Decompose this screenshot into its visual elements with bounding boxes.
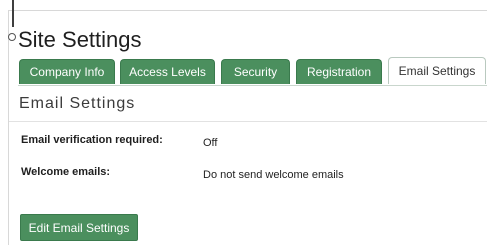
tree-node-icon <box>8 33 16 41</box>
email-verification-label: Email verification required: <box>21 134 163 146</box>
welcome-emails-value: Do not send welcome emails <box>203 169 344 181</box>
edit-email-settings-button[interactable]: Edit Email Settings <box>20 214 138 241</box>
welcome-emails-label: Welcome emails: <box>21 166 111 178</box>
tab-company-info[interactable]: Company Info <box>19 59 115 84</box>
tab-email-settings[interactable]: Email Settings <box>388 57 486 84</box>
tab-access-levels[interactable]: Access Levels <box>120 59 215 84</box>
section-divider <box>9 121 487 122</box>
page-title: Site Settings <box>18 27 142 52</box>
tab-bar-divider <box>18 85 487 86</box>
tab-registration[interactable]: Registration <box>296 59 382 84</box>
tab-security[interactable]: Security <box>221 59 290 84</box>
tree-connector-line <box>12 0 14 27</box>
email-verification-value: Off <box>203 137 218 149</box>
section-title: Email Settings <box>19 95 136 112</box>
